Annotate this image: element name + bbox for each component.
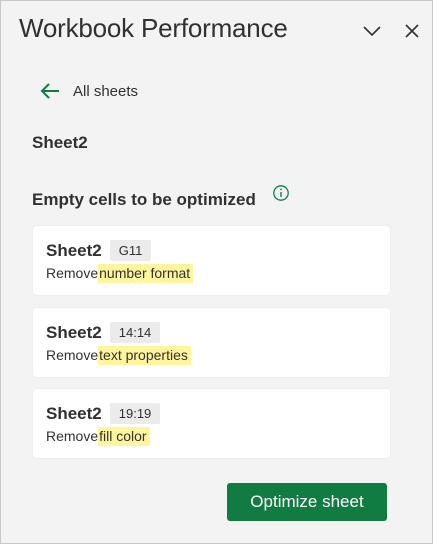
info-icon[interactable] <box>272 184 290 202</box>
card-sheet-name: Sheet2 <box>46 403 102 423</box>
card-sheet-name: Sheet2 <box>46 322 102 342</box>
collapse-button[interactable] <box>360 19 384 43</box>
sheet-heading: Sheet2 <box>32 133 88 152</box>
workbook-performance-pane: Workbook Performance All sheets Sheet2 E… <box>0 0 433 544</box>
optimization-card: Sheet2 19:19 Removefill color <box>33 389 390 458</box>
card-action-text: Remove <box>46 265 99 281</box>
card-detail-highlight: number format <box>98 264 194 283</box>
card-sheet-name: Sheet2 <box>46 240 102 260</box>
card-detail-highlight: fill color <box>98 427 150 446</box>
optimization-card: Sheet2 G11 Removenumber format <box>33 226 390 295</box>
optimize-sheet-button[interactable]: Optimize sheet <box>227 483 387 521</box>
cell-reference-badge: 19:19 <box>109 403 161 424</box>
pane-header: Workbook Performance <box>1 1 432 63</box>
cell-reference-badge: G11 <box>109 240 152 261</box>
all-sheets-label: All sheets <box>73 82 139 100</box>
pane-title: Workbook Performance <box>19 13 288 43</box>
card-action-text: Remove <box>46 347 99 363</box>
close-button[interactable] <box>400 19 424 43</box>
card-detail-highlight: text properties <box>98 346 191 365</box>
all-sheets-link[interactable]: All sheets <box>39 79 138 103</box>
arrow-left-icon <box>40 83 59 99</box>
close-icon <box>405 24 419 38</box>
optimization-card: Sheet2 14:14 Removetext properties <box>33 308 390 377</box>
section-title: Empty cells to be optimized <box>32 190 256 209</box>
chevron-down-icon <box>363 26 381 37</box>
cell-reference-badge: 14:14 <box>109 322 161 343</box>
card-action-text: Remove <box>46 428 99 444</box>
